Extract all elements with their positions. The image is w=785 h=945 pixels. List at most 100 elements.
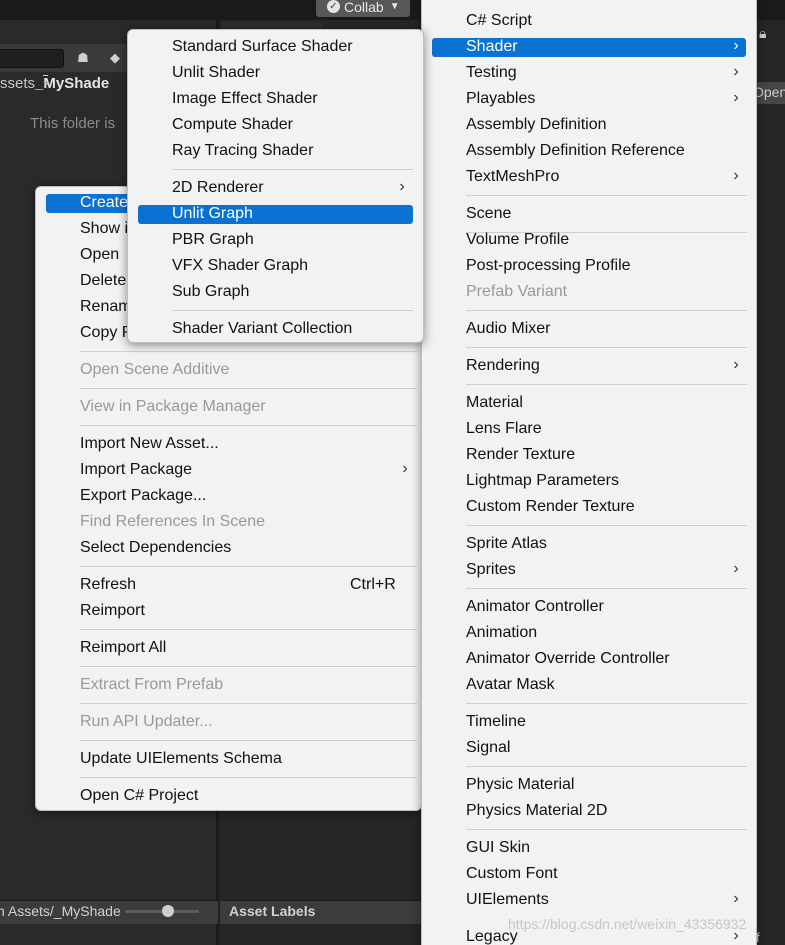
menu-item-physic-material[interactable]: Physic Material: [466, 772, 574, 798]
menu-item-sprite-atlas[interactable]: Sprite Atlas: [466, 531, 547, 557]
slider-thumb[interactable]: [162, 905, 174, 917]
shader-submenu: Standard Surface Shader Unlit Shader Image…: [127, 29, 424, 343]
menu-separator: [80, 425, 417, 426]
menu-separator: [466, 766, 747, 767]
menu-separator: [80, 566, 417, 567]
menu-separator: [466, 525, 747, 526]
icon-size-slider[interactable]: [125, 905, 199, 917]
menu-item-material[interactable]: Material: [466, 390, 523, 416]
chevron-right-icon: ›: [43, 75, 49, 92]
menu-item-render-texture[interactable]: Render Texture: [466, 442, 575, 468]
chevron-right-icon: ›: [733, 560, 739, 577]
menu-item-gui-skin[interactable]: GUI Skin: [466, 835, 530, 861]
menu-item-export-package[interactable]: Export Package...: [80, 483, 206, 509]
menu-item-delete[interactable]: Delete: [80, 268, 126, 294]
menu-separator: [80, 351, 417, 352]
menu-item-extract-from-prefab: Extract From Prefab: [80, 676, 224, 693]
menu-item-lightmap-parameters[interactable]: Lightmap Parameters: [466, 468, 619, 494]
menu-item-animator-controller[interactable]: Animator Controller: [466, 594, 604, 620]
shortcut-label: Ctrl+R: [350, 576, 396, 593]
check-icon: ✓: [327, 0, 340, 13]
menu-item-image-effect-shader[interactable]: Image Effect Shader: [172, 86, 318, 112]
lock-icon[interactable]: 🔒︎: [759, 25, 766, 42]
menu-item-playables[interactable]: Playables: [466, 86, 535, 112]
chevron-right-icon: ›: [733, 167, 739, 184]
menu-item-c-script[interactable]: C# Script: [466, 8, 532, 34]
menu-item-shader[interactable]: Shader: [466, 34, 518, 60]
menu-separator: [80, 629, 417, 630]
menu-item-timeline[interactable]: Timeline: [466, 709, 526, 735]
menu-item-open-c-project[interactable]: Open C# Project: [80, 783, 198, 809]
menu-separator: [80, 666, 417, 667]
menu-item-post-processing-profile[interactable]: Post-processing Profile: [466, 253, 631, 279]
menu-separator: [80, 777, 417, 778]
menu-separator: [172, 169, 413, 170]
collab-button[interactable]: ✓ Collab ▼: [316, 0, 410, 17]
menu-separator: [466, 703, 747, 704]
menu-item-import-package[interactable]: Import Package: [80, 457, 192, 483]
menu-item-assembly-definition-reference[interactable]: Assembly Definition Reference: [466, 138, 685, 164]
menu-item-volume-profile[interactable]: Volume Profile: [466, 227, 569, 253]
menu-item-show-i[interactable]: Show i: [80, 216, 128, 242]
menu-item-copy-p[interactable]: Copy P: [80, 320, 132, 346]
menu-item-avatar-mask[interactable]: Avatar Mask: [466, 672, 555, 698]
menu-item-custom-render-texture[interactable]: Custom Render Texture: [466, 494, 635, 520]
menu-item-update-uielements-schema[interactable]: Update UIElements Schema: [80, 746, 282, 772]
menu-separator: [466, 310, 747, 311]
menu-item-pbr-graph[interactable]: PBR Graph: [172, 227, 254, 253]
menu-item-vfx-shader-graph[interactable]: VFX Shader Graph: [172, 253, 308, 279]
menu-separator: [80, 703, 417, 704]
menu-item-create[interactable]: Create: [80, 190, 128, 216]
empty-folder-message: This folder is: [30, 115, 116, 132]
chevron-right-icon: ›: [733, 356, 739, 373]
menu-item-find-references-in-scene: Find References In Scene: [80, 513, 265, 530]
menu-item-standard-surface-shader[interactable]: Standard Surface Shader: [172, 34, 353, 60]
menu-item-reimport[interactable]: Reimport: [80, 598, 145, 624]
filter-by-type-icon[interactable]: ☗: [72, 50, 94, 67]
menu-item-unlit-graph[interactable]: Unlit Graph: [172, 201, 253, 227]
menu-item-signal[interactable]: Signal: [466, 735, 510, 761]
menu-item-unlit-shader[interactable]: Unlit Shader: [172, 60, 260, 86]
menu-item-rendering[interactable]: Rendering: [466, 353, 540, 379]
menu-item-animator-override-controller[interactable]: Animator Override Controller: [466, 646, 670, 672]
chevron-right-icon: ›: [733, 890, 739, 907]
chevron-right-icon: ›: [733, 89, 739, 106]
menu-item-testing[interactable]: Testing: [466, 60, 517, 86]
menu-separator: [466, 347, 747, 348]
menu-item-compute-shader[interactable]: Compute Shader: [172, 112, 293, 138]
menu-separator: [466, 588, 747, 589]
menu-item-audio-mixer[interactable]: Audio Mixer: [466, 316, 550, 342]
menu-item-reimport-all[interactable]: Reimport All: [80, 635, 166, 661]
menu-item-assembly-definition[interactable]: Assembly Definition: [466, 112, 607, 138]
menu-item-custom-font[interactable]: Custom Font: [466, 861, 558, 887]
menu-separator: [80, 740, 417, 741]
menu-item-animation[interactable]: Animation: [466, 620, 537, 646]
collab-label: Collab: [344, 0, 384, 15]
menu-item-import-new-asset[interactable]: Import New Asset...: [80, 431, 219, 457]
menu-item-open[interactable]: Open: [80, 242, 119, 268]
label-tag-icon[interactable]: ◆: [104, 50, 126, 67]
menu-item-textmeshpro[interactable]: TextMeshPro: [466, 164, 559, 190]
asset-path: n Assets/_MyShade: [0, 903, 121, 919]
menu-separator: [466, 195, 747, 196]
menu-item-sprites[interactable]: Sprites: [466, 557, 516, 583]
menu-item-view-in-package-manager: View in Package Manager: [80, 398, 266, 415]
menu-item-physics-material-2d[interactable]: Physics Material 2D: [466, 798, 607, 824]
chevron-right-icon: ›: [733, 63, 739, 80]
chevron-right-icon: ›: [733, 37, 739, 54]
menu-item-run-api-updater: Run API Updater...: [80, 713, 213, 730]
menu-item-scene[interactable]: Scene: [466, 201, 511, 227]
menu-item-select-dependencies[interactable]: Select Dependencies: [80, 535, 231, 561]
create-submenu: C# Script Shader › Testing › Playables › Assemb…: [421, 0, 757, 945]
breadcrumb-root[interactable]: ssets: [0, 75, 35, 92]
menu-item-uielements[interactable]: UIElements: [466, 887, 549, 913]
menu-item-renam[interactable]: Renam: [80, 294, 132, 320]
menu-item-sub-graph[interactable]: Sub Graph: [172, 279, 249, 305]
menu-item-ray-tracing-shader[interactable]: Ray Tracing Shader: [172, 138, 313, 164]
menu-separator: [80, 388, 417, 389]
menu-item-refresh[interactable]: Refresh: [80, 572, 136, 598]
menu-item-lens-flare[interactable]: Lens Flare: [466, 416, 542, 442]
menu-item-shader-variant-collection[interactable]: Shader Variant Collection: [172, 316, 352, 342]
menu-item-2d-renderer[interactable]: 2D Renderer: [172, 175, 264, 201]
search-input[interactable]: [0, 49, 64, 68]
